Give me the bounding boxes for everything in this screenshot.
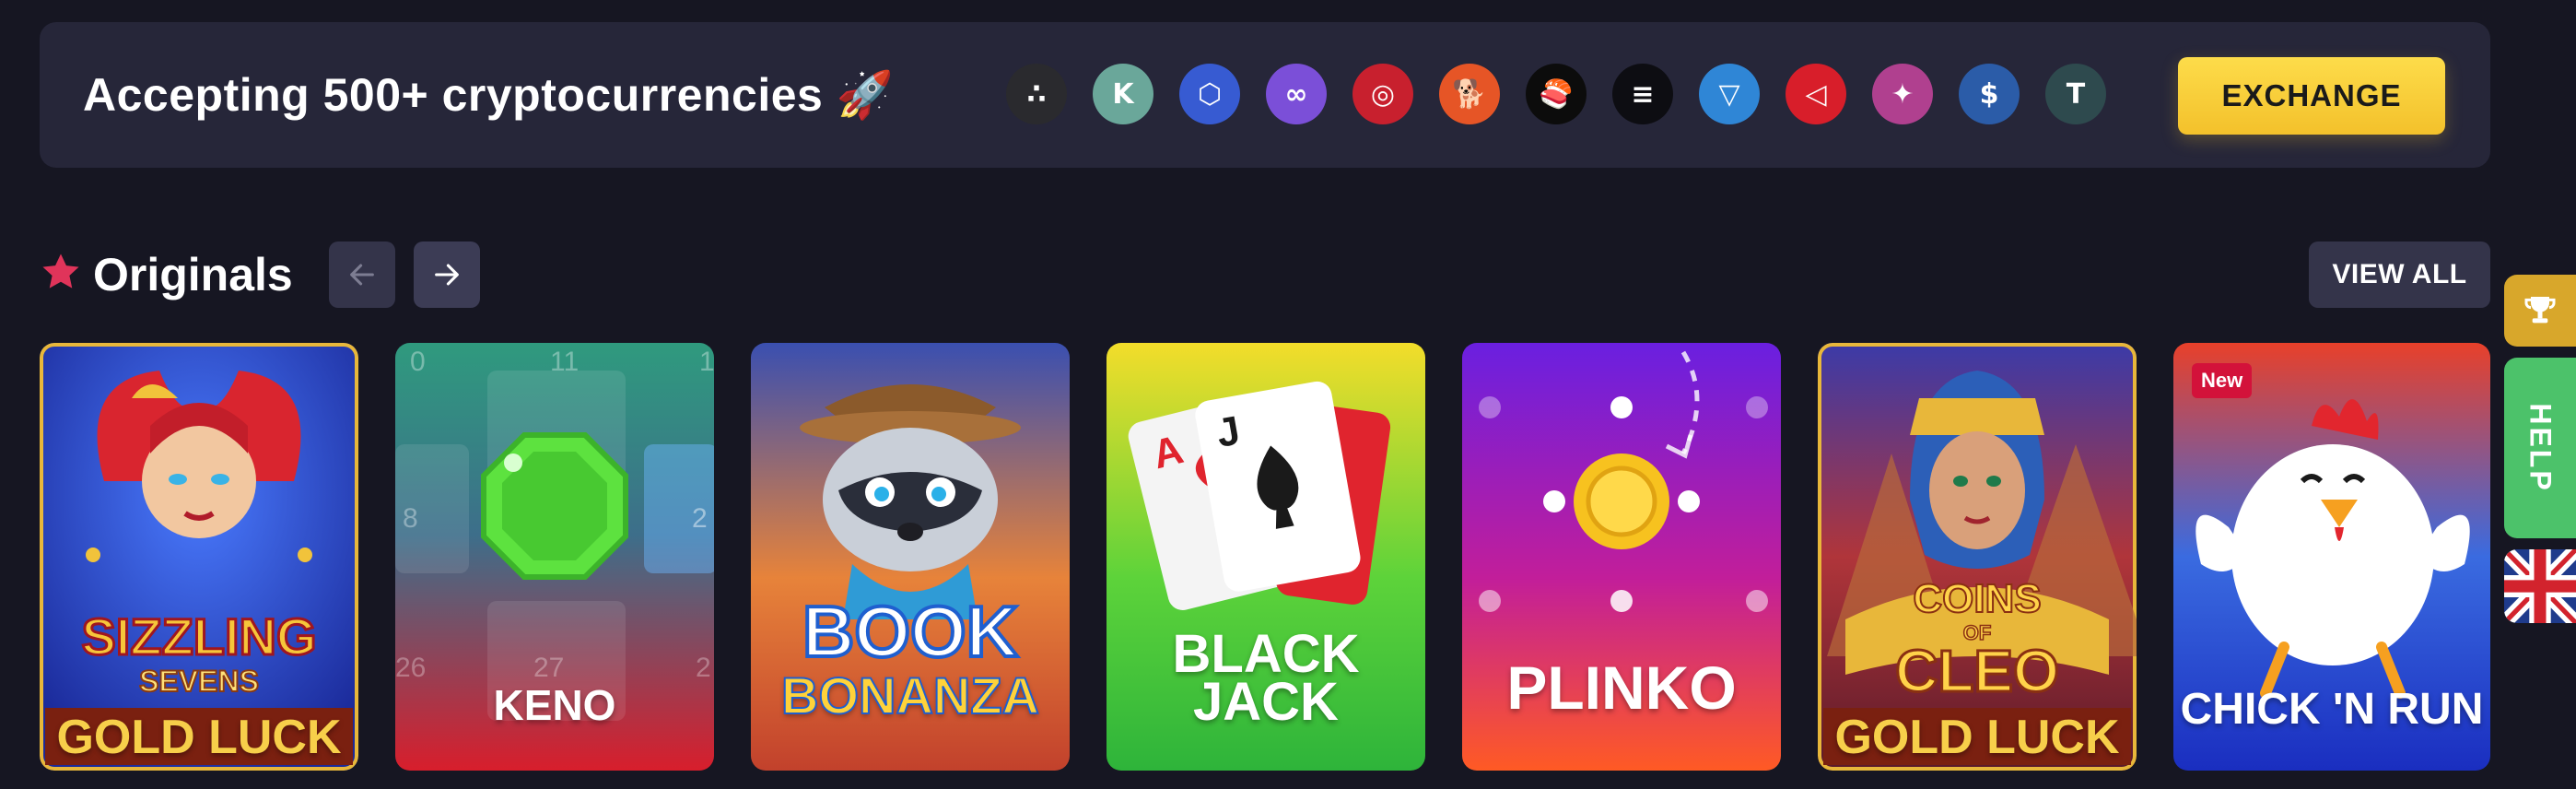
help-button[interactable]: HELP <box>2504 358 2576 538</box>
bnb-chain-purple-icon: ✦ <box>1872 64 1933 124</box>
game-card-book-bonanza[interactable]: BOOK BONANZA <box>751 343 1070 771</box>
sevens-logo-text: SEVENS <box>139 665 259 698</box>
arrow-right-icon <box>435 264 459 286</box>
ravencoin-icon: ◎ <box>1352 64 1413 124</box>
shiba-inu-icon: 🐕 <box>1439 64 1500 124</box>
game-carousel: SIZZLING SEVENS GOLD LUCK 0 11 1 8 2 26 … <box>40 343 2490 771</box>
cleo-logo-text: CLEO <box>1895 638 2059 704</box>
new-badge: New <box>2192 363 2253 398</box>
game-card-label: GOLD LUCK <box>1834 711 2120 764</box>
arrow-left-icon <box>350 264 374 286</box>
leaderboard-button[interactable] <box>2504 275 2576 347</box>
keno-number: 2 <box>692 503 708 534</box>
polygon-icon: ∞ <box>1266 64 1327 124</box>
game-card-sizzling-sevens[interactable]: SIZZLING SEVENS GOLD LUCK <box>40 343 358 771</box>
game-card-blackjack[interactable]: A J BLACK JACK <box>1107 343 1425 771</box>
carousel-prev-button[interactable] <box>329 241 395 308</box>
tron-icon: ◁ <box>1786 64 1846 124</box>
keno-number: 1 <box>699 347 714 377</box>
originals-header: Originals VIEW ALL <box>40 241 2490 308</box>
toncoin-icon: ▽ <box>1699 64 1760 124</box>
game-card-label: BONANZA <box>780 665 1040 725</box>
blackjack-label-line2: JACK <box>1193 672 1339 732</box>
chainlink-icon: ⬡ <box>1179 64 1240 124</box>
coins-logo-text: COINS <box>1913 576 2041 621</box>
exchange-button[interactable]: EXCHANGE <box>2178 57 2445 135</box>
game-card-label: PLINKO <box>1506 654 1737 722</box>
crypto-banner: Accepting 500+ cryptocurrencies 🚀 ∴ K ⬡ ∞ ◎ 🐕… <box>40 22 2490 168</box>
game-card-label: KENO <box>493 681 616 729</box>
book-logo-text: BOOK <box>802 591 1018 672</box>
game-card-label: CHICK 'N RUN <box>2180 685 2484 734</box>
star-icon <box>42 253 79 289</box>
language-selector[interactable] <box>2504 549 2576 623</box>
game-card-coins-of-cleo[interactable]: COINS OF CLEO GOLD LUCK <box>1818 343 2137 771</box>
coins-of-cleo-artwork: COINS OF CLEO <box>1818 343 2137 771</box>
game-card-label: BLACK JACK <box>1107 628 1425 732</box>
game-card-plinko[interactable]: PLINKO <box>1462 343 1781 771</box>
game-card-chick-n-run[interactable]: New CHICK 'N RUN <box>2173 343 2490 771</box>
keno-number: 2 <box>696 653 711 683</box>
keno-number: 27 <box>533 653 564 683</box>
sizzling-logo-text: SIZZLING <box>81 607 316 665</box>
keno-number: 26 <box>395 653 426 683</box>
game-card-label: GOLD LUCK <box>56 711 342 764</box>
help-label: HELP <box>2523 403 2558 493</box>
game-card-keno[interactable]: 0 11 1 8 2 26 27 2 KENO <box>395 343 714 771</box>
view-all-button[interactable]: VIEW ALL <box>2309 241 2490 308</box>
tether-icon: T <box>2045 64 2106 124</box>
carousel-next-button[interactable] <box>414 241 480 308</box>
kaspa-icon: K <box>1093 64 1153 124</box>
keno-number: 0 <box>410 347 426 377</box>
iota-icon: ∴ <box>1006 64 1067 124</box>
usd-coin-icon: $ <box>1959 64 2020 124</box>
keno-number: 8 <box>403 503 418 534</box>
trophy-icon <box>2524 297 2556 324</box>
solana-icon: ≡ <box>1612 64 1673 124</box>
section-title-originals: Originals <box>93 249 293 300</box>
keno-number: 11 <box>550 347 579 377</box>
sizzling-sevens-artwork: SIZZLING SEVENS <box>40 343 358 771</box>
uk-flag-icon <box>2504 549 2576 623</box>
sushi-icon: 🍣 <box>1526 64 1587 124</box>
crypto-banner-title: Accepting 500+ cryptocurrencies 🚀 <box>83 69 895 121</box>
